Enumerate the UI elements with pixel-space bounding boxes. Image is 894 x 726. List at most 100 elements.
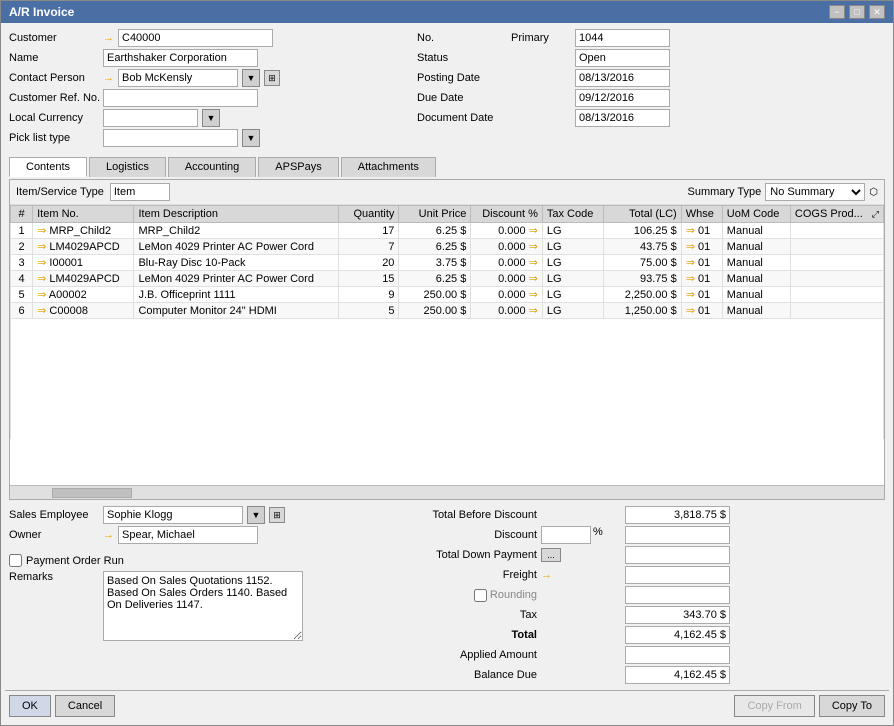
totals-section: Total Before Discount Discount % Total D… xyxy=(377,506,885,684)
row-whse: ⇒ 01 xyxy=(681,255,722,271)
copy-from-button[interactable]: Copy From xyxy=(734,695,814,717)
discount-label: Discount xyxy=(377,529,537,541)
scroll-thumb[interactable] xyxy=(52,488,132,498)
minimize-button[interactable]: − xyxy=(829,5,845,19)
doc-input[interactable] xyxy=(575,109,670,127)
expand-icon[interactable]: ⬡ xyxy=(869,187,878,198)
summary-type-select[interactable]: No Summary xyxy=(765,183,865,201)
col-item-header: Item No. xyxy=(33,206,134,223)
row-qty: 7 xyxy=(338,239,399,255)
currency-dropdown[interactable]: ▼ xyxy=(202,109,220,127)
discount-percent: % xyxy=(593,526,603,544)
status-input[interactable] xyxy=(575,49,670,67)
name-row: Name xyxy=(9,49,349,67)
row-desc: LeMon 4029 Printer AC Power Cord xyxy=(134,271,338,287)
due-input[interactable] xyxy=(575,89,670,107)
ref-label: Customer Ref. No. xyxy=(9,92,99,104)
posting-label: Posting Date xyxy=(417,72,507,84)
contact-info-btn[interactable]: ⊞ xyxy=(264,70,280,86)
cancel-button[interactable]: Cancel xyxy=(55,695,115,717)
applied-input[interactable] xyxy=(625,646,730,664)
contact-input[interactable] xyxy=(118,69,238,87)
customer-id-input[interactable] xyxy=(118,29,273,47)
picklist-label: Pick list type xyxy=(9,132,99,144)
discount-input-group: % xyxy=(541,526,621,544)
owner-input[interactable] xyxy=(118,526,258,544)
row-item: ⇒ I00001 xyxy=(33,255,134,271)
cogs-expand-icon[interactable]: ⤢ xyxy=(872,209,879,220)
scrollbar[interactable] xyxy=(10,485,884,499)
close-button[interactable]: ✕ xyxy=(869,5,885,19)
row-uom: Manual xyxy=(722,287,790,303)
row-whse: ⇒ 01 xyxy=(681,287,722,303)
items-table-container[interactable]: # Item No. Item Description Quantity Uni… xyxy=(10,205,884,485)
bottom-section: Sales Employee ▼ ⊞ Owner → Payment Order… xyxy=(5,502,889,688)
titlebar: A/R Invoice − □ ✕ xyxy=(1,1,893,23)
no-input[interactable] xyxy=(575,29,670,47)
ar-invoice-window: A/R Invoice − □ ✕ Customer → Name xyxy=(0,0,894,726)
row-item: ⇒ C00008 xyxy=(33,303,134,319)
row-uom: Manual xyxy=(722,271,790,287)
total-input[interactable] xyxy=(625,626,730,644)
sales-employee-info-btn[interactable]: ⊞ xyxy=(269,507,285,523)
tab-logistics[interactable]: Logistics xyxy=(89,157,166,177)
owner-row: Owner → xyxy=(9,526,369,544)
sales-employee-input[interactable] xyxy=(103,506,243,524)
row-tax: LG xyxy=(542,303,603,319)
tab-accounting[interactable]: Accounting xyxy=(168,157,256,177)
contact-dropdown[interactable]: ▼ xyxy=(242,69,260,87)
freight-arrow: → xyxy=(541,569,621,581)
tab-attachments[interactable]: Attachments xyxy=(341,157,436,177)
picklist-dropdown[interactable]: ▼ xyxy=(242,129,260,147)
posting-input[interactable] xyxy=(575,69,670,87)
discount-input[interactable] xyxy=(541,526,591,544)
currency-input[interactable] xyxy=(103,109,198,127)
row-total: 93.75 $ xyxy=(604,271,681,287)
tabs-container: Contents Logistics Accounting APSPays At… xyxy=(5,153,889,177)
row-whse: ⇒ 01 xyxy=(681,239,722,255)
picklist-input[interactable] xyxy=(103,129,238,147)
bottom-left: Sales Employee ▼ ⊞ Owner → Payment Order… xyxy=(9,506,369,684)
name-input[interactable] xyxy=(103,49,258,67)
down-payment-btn[interactable]: ... xyxy=(541,548,561,562)
row-qty: 9 xyxy=(338,287,399,303)
row-tax: LG xyxy=(542,223,603,239)
rounding-input[interactable] xyxy=(625,586,730,604)
payment-order-checkbox[interactable] xyxy=(9,554,22,567)
before-discount-input[interactable] xyxy=(625,506,730,524)
row-desc: LeMon 4029 Printer AC Power Cord xyxy=(134,239,338,255)
down-payment-input[interactable] xyxy=(625,546,730,564)
row-qty: 15 xyxy=(338,271,399,287)
primary-label: Primary xyxy=(511,32,571,44)
maximize-button[interactable]: □ xyxy=(849,5,865,19)
col-uom-header: UoM Code xyxy=(722,206,790,223)
col-desc-header: Item Description xyxy=(134,206,338,223)
row-cogs xyxy=(790,287,883,303)
sales-employee-row: Sales Employee ▼ ⊞ xyxy=(9,506,369,524)
rounding-checkbox[interactable] xyxy=(474,589,487,602)
header-area: Customer → Name Contact Person → ▼ ⊞ Cus… xyxy=(5,27,889,151)
tab-apspays[interactable]: APSPays xyxy=(258,157,338,177)
table-row: 4 ⇒ LM4029APCD LeMon 4029 Printer AC Pow… xyxy=(11,271,884,287)
row-disc: 0.000 ⇒ xyxy=(471,255,543,271)
contact-arrow: → xyxy=(103,72,114,84)
discount-value-input[interactable] xyxy=(625,526,730,544)
ref-input[interactable] xyxy=(103,89,258,107)
item-type-input[interactable] xyxy=(110,183,170,201)
ok-button[interactable]: OK xyxy=(9,695,51,717)
rounding-label: Rounding xyxy=(490,589,537,601)
tab-contents[interactable]: Contents xyxy=(9,157,87,177)
row-total: 1,250.00 $ xyxy=(604,303,681,319)
table-header-row: # Item No. Item Description Quantity Uni… xyxy=(11,206,884,223)
sales-employee-dropdown[interactable]: ▼ xyxy=(247,506,265,524)
freight-label: Freight xyxy=(377,569,537,581)
name-label: Name xyxy=(9,52,99,64)
remarks-textarea[interactable]: Based On Sales Quotations 1152. Based On… xyxy=(103,571,303,641)
tax-input[interactable] xyxy=(625,606,730,624)
copy-to-button[interactable]: Copy To xyxy=(819,695,885,717)
balance-input[interactable] xyxy=(625,666,730,684)
freight-input[interactable] xyxy=(625,566,730,584)
table-row: 5 ⇒ A00002 J.B. Officeprint 1111 9 250.0… xyxy=(11,287,884,303)
items-table: # Item No. Item Description Quantity Uni… xyxy=(10,205,884,319)
row-qty: 20 xyxy=(338,255,399,271)
